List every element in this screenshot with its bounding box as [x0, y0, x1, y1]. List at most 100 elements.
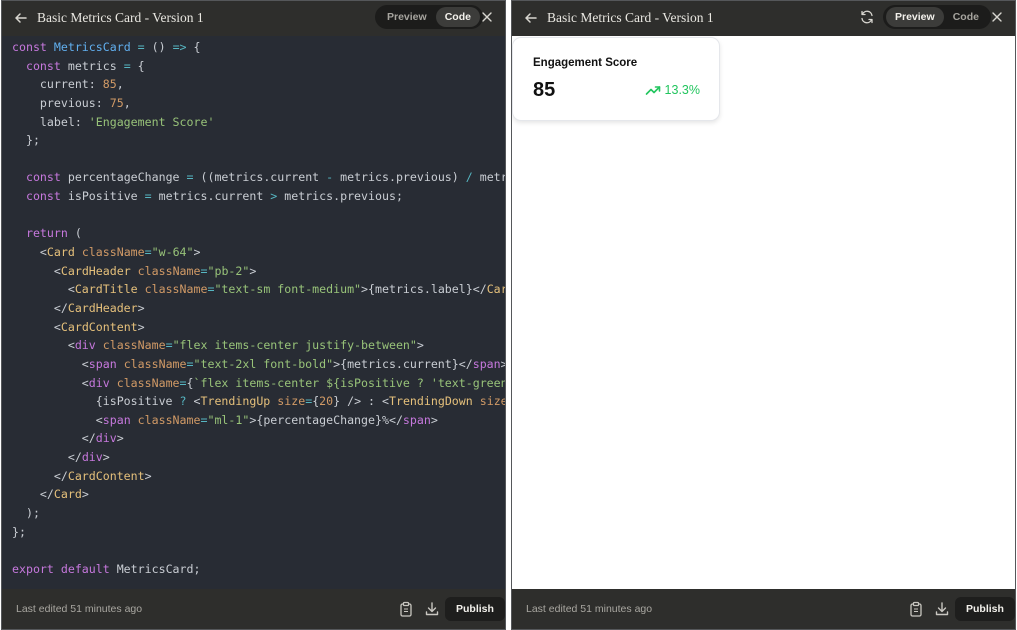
publish-button[interactable]: Publish: [445, 597, 505, 621]
code-token: =>: [172, 40, 187, 54]
code-token: 75: [109, 95, 124, 110]
code-token: {isPositive: [12, 394, 180, 409]
code-token: 'Engagement Score': [88, 114, 215, 129]
preview-panel-header: Basic Metrics Card - Version 1 Preview C…: [512, 1, 1015, 36]
code-token: {: [186, 40, 201, 54]
tab-code[interactable]: Code: [944, 7, 988, 27]
percentage-change-value: 13.3%: [664, 83, 700, 97]
code-token: >: [116, 431, 124, 446]
code-line: const MetricsCard = () => {: [12, 38, 505, 57]
tab-code[interactable]: Code: [435, 7, 480, 27]
last-edited-text: Last edited 51 minutes ago: [16, 603, 143, 615]
code-token: };: [12, 133, 40, 148]
preview-panel: Basic Metrics Card - Version 1 Preview C…: [511, 0, 1016, 630]
metrics-card: Engagement Score 85 13.3%: [512, 37, 720, 121]
refresh-icon[interactable]: [859, 9, 875, 25]
code-token: <: [12, 375, 89, 390]
trending-up-icon: [645, 86, 660, 95]
code-token: =: [123, 58, 131, 73]
card-title: Engagement Score: [533, 57, 638, 69]
close-icon[interactable]: [989, 9, 1005, 25]
arrow-left-icon[interactable]: [522, 9, 540, 27]
code-editor[interactable]: const MetricsCard = () => { const metric…: [12, 38, 505, 579]
code-token: =: [165, 338, 173, 353]
code-line: <Card className="w-64">: [12, 243, 505, 262]
download-icon[interactable]: [424, 601, 440, 617]
code-token: percentageChange: [67, 170, 187, 185]
code-token: metrics.previous;: [277, 189, 403, 204]
code-token: >: [81, 487, 89, 502]
clipboard-icon[interactable]: [399, 601, 413, 617]
tab-preview[interactable]: Preview: [378, 7, 436, 27]
arrow-left-icon[interactable]: [12, 9, 30, 27]
code-token: "pb-2": [207, 263, 250, 278]
code-token: CardTitle: [74, 282, 138, 297]
code-token: {: [130, 58, 145, 73]
code-token: className: [102, 338, 166, 353]
code-token: >: [137, 319, 145, 334]
code-line: const percentageChange = ((metrics.curre…: [12, 168, 505, 187]
code-token: ,: [123, 95, 131, 110]
code-token: <: [186, 394, 201, 409]
last-edited-text: Last edited 51 minutes ago: [526, 603, 653, 615]
code-line: const isPositive = metrics.current > met…: [12, 187, 505, 206]
code-token: >: [144, 468, 152, 483]
clipboard-icon[interactable]: [909, 601, 923, 617]
code-token: span: [472, 356, 501, 371]
code-token: <: [12, 356, 89, 371]
code-token: current:: [12, 77, 103, 92]
code-line: export default MetricsCard;: [12, 560, 505, 579]
code-token: div: [88, 375, 110, 390]
download-icon[interactable]: [934, 601, 950, 617]
code-token: ,: [116, 77, 124, 92]
code-line: {isPositive ? <TrendingUp size={20} /> :…: [12, 392, 505, 411]
code-token: Card: [46, 245, 75, 260]
code-token: "text-sm font-medium": [214, 282, 362, 297]
code-token: );: [12, 506, 40, 521]
code-token: metrics.previous): [333, 170, 466, 185]
publish-button[interactable]: Publish: [955, 597, 1015, 621]
code-line: <span className="ml-1">{percentageChange…: [12, 411, 505, 430]
code-token: const: [12, 40, 54, 54]
code-panel-header: Basic Metrics Card - Version 1 Preview C…: [2, 1, 505, 36]
code-token: CardHeader: [60, 263, 131, 278]
code-token: className: [137, 412, 201, 427]
code-line: <CardHeader className="pb-2">: [12, 262, 505, 281]
code-token: size: [277, 394, 306, 409]
code-token: >: [137, 300, 145, 315]
code-token: ?: [179, 394, 187, 409]
code-token: (: [67, 226, 82, 241]
code-token: >: [501, 357, 505, 371]
code-token: </: [12, 487, 54, 502]
code-token: `flex items-center ${isPositive ? 'text-…: [193, 375, 505, 390]
code-token: div: [74, 338, 96, 353]
code-token: >: [430, 412, 438, 427]
code-line: ​: [12, 206, 505, 225]
code-token: className: [116, 375, 180, 390]
code-token: </: [12, 431, 96, 446]
code-token: CardContent: [60, 319, 138, 334]
code-line: );: [12, 504, 505, 523]
close-icon[interactable]: [479, 9, 495, 25]
preview-panel-footer: Last edited 51 minutes ago Publish: [512, 589, 1015, 629]
code-line: </div>: [12, 429, 505, 448]
code-line: <CardContent>: [12, 318, 505, 337]
code-token: <: [12, 282, 75, 297]
code-token: span: [102, 412, 131, 427]
metric-value: 85: [533, 79, 556, 101]
tab-preview[interactable]: Preview: [886, 7, 944, 27]
code-token: "text-2xl font-bold": [193, 356, 334, 371]
code-token: return: [25, 226, 68, 241]
artifact-title: Basic Metrics Card - Version 1: [547, 10, 714, 25]
code-token: >: [193, 245, 201, 260]
code-token: className: [144, 282, 208, 297]
code-token: <: [12, 319, 61, 334]
code-token: isPositive: [67, 189, 145, 204]
preview-code-toggle: Preview Code: [883, 5, 991, 29]
